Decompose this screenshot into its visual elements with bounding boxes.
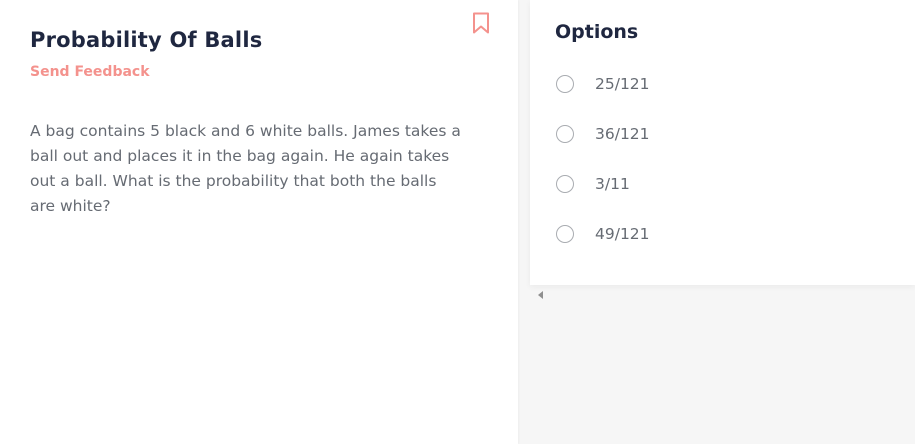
scroll-left-arrow-icon[interactable] [538,291,543,299]
send-feedback-link[interactable]: Send Feedback [30,64,150,80]
radio-button[interactable] [556,225,574,243]
option-1[interactable]: 25/121 [556,72,896,96]
option-label: 25/121 [595,75,650,93]
option-label: 3/11 [595,175,630,193]
option-label: 49/121 [595,225,650,243]
option-label: 36/121 [595,125,650,143]
options-title: Options [555,21,639,43]
problem-title: Probability Of Balls [30,28,263,52]
options-card: Options 25/121 36/121 3/11 49/121 [530,0,915,285]
radio-button[interactable] [556,175,574,193]
option-4[interactable]: 49/121 [556,222,896,246]
option-2[interactable]: 36/121 [556,122,896,146]
question-text: A bag contains 5 black and 6 white balls… [30,122,461,215]
radio-button[interactable] [556,125,574,143]
problem-panel: Probability Of Balls Send Feedback A bag… [0,0,518,444]
radio-button[interactable] [556,75,574,93]
page: Probability Of Balls Send Feedback A bag… [0,0,915,444]
bookmark-icon[interactable] [472,12,490,34]
option-3[interactable]: 3/11 [556,172,896,196]
